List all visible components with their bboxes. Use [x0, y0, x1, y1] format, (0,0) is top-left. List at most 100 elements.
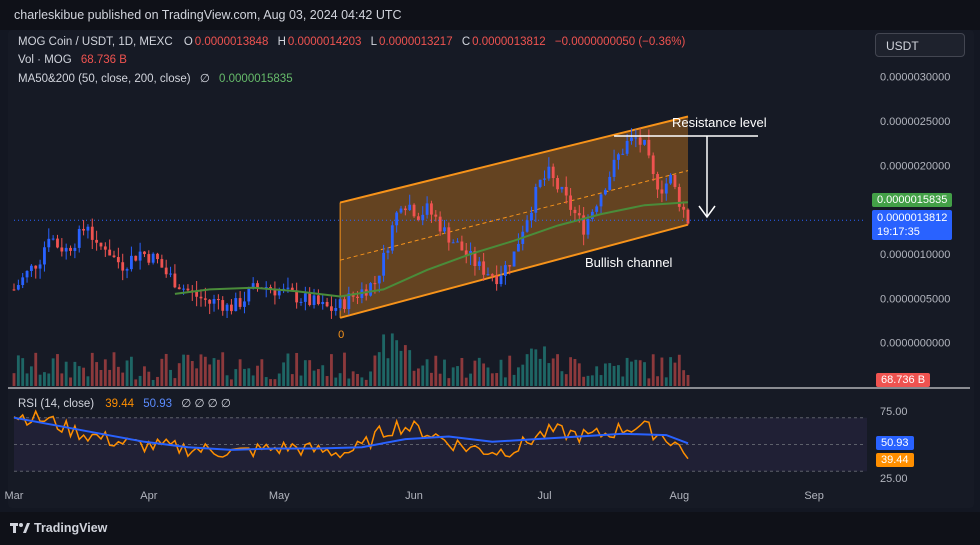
candle-body [112, 255, 116, 258]
volume-bar [634, 359, 638, 386]
volume-bar [377, 352, 381, 386]
high-value: 0.0000014203 [287, 36, 362, 48]
candle-body [230, 304, 233, 312]
candle-body [160, 259, 164, 268]
volume-bar [416, 368, 420, 386]
rsi-ma-tag: 50.93 [876, 436, 914, 450]
candle-body [447, 227, 451, 243]
price-tag: 0.0000013812 19:17:35 [872, 210, 953, 240]
volume-bar [273, 379, 277, 386]
volume-bar [560, 371, 564, 386]
volume-bar [638, 360, 642, 386]
candle-body [438, 216, 442, 232]
volume-bar [195, 368, 199, 386]
volume-bar [621, 376, 625, 386]
candle-body [673, 174, 677, 187]
volume-bar [129, 356, 133, 386]
volume-bar [473, 360, 477, 386]
volume-tag-text: 68.736 B [881, 374, 926, 386]
candle-body [238, 298, 242, 307]
candle-body [21, 277, 25, 286]
volume-bar [64, 361, 68, 386]
volume-bar [221, 352, 225, 386]
candle-body [221, 300, 225, 311]
candle-body [60, 247, 64, 252]
candle-body [325, 301, 329, 307]
volume-bar [677, 354, 681, 386]
volume-bar [151, 379, 155, 386]
candle-body [312, 295, 316, 305]
candle-body [177, 287, 181, 290]
y-tick-label: 0.0000020000 [880, 160, 950, 172]
x-tick-label: Aug [670, 490, 690, 502]
candle-body [86, 226, 90, 231]
volume-bar [108, 369, 112, 386]
volume-bar [95, 362, 99, 386]
volume-bar [547, 363, 551, 386]
footer: TradingView [0, 512, 980, 545]
volume-bar [56, 354, 59, 386]
volume-bar [556, 354, 559, 386]
candle-body [434, 214, 438, 217]
high-label: H [277, 36, 286, 48]
tradingview-logo-icon [10, 521, 30, 538]
volume-bar [51, 358, 55, 386]
volume-bar [290, 374, 294, 386]
channel-zero-label: 0 [338, 329, 344, 341]
currency-button[interactable]: USDT [875, 33, 965, 57]
volume-bar [356, 373, 359, 386]
candle-body [443, 227, 446, 232]
rsi-tick-label: 25.00 [880, 473, 908, 485]
volume-bar [564, 374, 568, 386]
candle-body [634, 137, 638, 139]
candle-body [64, 247, 68, 252]
volume-bar [686, 374, 690, 386]
candle-body [103, 246, 107, 250]
volume-bar [482, 363, 486, 386]
volume-bar [321, 365, 325, 386]
countdown-text: 19:17:35 [877, 226, 920, 238]
candle-body [99, 242, 103, 247]
volume-bar [669, 357, 673, 386]
candle-body [73, 247, 77, 251]
volume-bar [521, 364, 525, 386]
ma-tag-text: 0.0000015835 [877, 194, 948, 206]
candle-body [477, 261, 481, 267]
candle-body [643, 139, 646, 145]
candle-body [560, 186, 564, 190]
volume-bar [530, 348, 533, 386]
candle-body [12, 289, 16, 291]
currency-label: USDT [886, 39, 919, 53]
volume-bar [495, 373, 499, 386]
candle-body [621, 153, 625, 155]
candle-body [43, 247, 46, 265]
volume-bar [338, 373, 342, 386]
volume-bar [451, 367, 455, 386]
ma-symbol: ∅ [199, 73, 210, 85]
candle-body [38, 264, 42, 269]
candle-body [664, 183, 668, 194]
rsi-tag: 39.44 [876, 453, 914, 467]
candle-body [630, 137, 633, 141]
x-tick-label: Sep [804, 490, 824, 502]
volume-bar [47, 373, 51, 386]
candle-body [199, 296, 203, 299]
volume-bar [34, 352, 38, 386]
candle-body [182, 288, 186, 290]
y-tick-label: 0.0000025000 [880, 116, 950, 128]
change-value: −0.0000000050 (−0.36%) [554, 36, 686, 48]
volume-bar [264, 377, 268, 386]
candle-body [216, 298, 220, 301]
candle-body [129, 255, 133, 270]
candle-body [77, 228, 81, 248]
volume-bar [643, 362, 646, 386]
candle-body [564, 186, 568, 196]
candle-body [490, 274, 494, 276]
rsi-legend-value: 39.44 [105, 398, 135, 410]
candle-body [256, 283, 259, 288]
candle-body [343, 299, 346, 310]
candle-body [460, 241, 464, 251]
candle-body [456, 241, 459, 243]
volume-bar [430, 372, 433, 386]
candle-body [660, 189, 664, 194]
